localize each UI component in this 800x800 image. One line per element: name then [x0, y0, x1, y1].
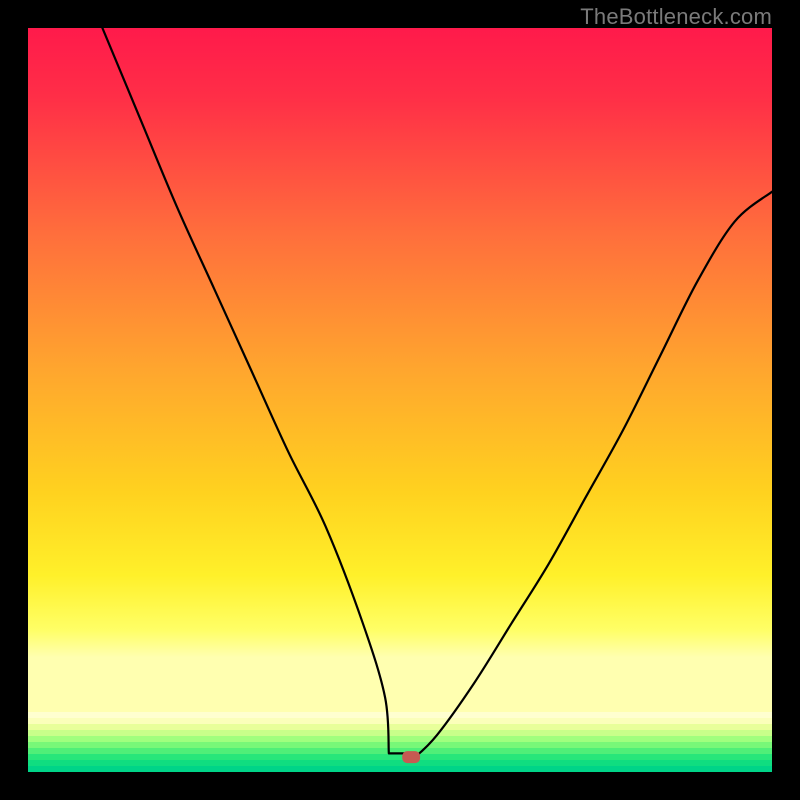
- plot-area: [28, 28, 772, 772]
- chart-svg: [28, 28, 772, 772]
- bottom-gradient-bands: [28, 712, 772, 772]
- watermark-text: TheBottleneck.com: [580, 4, 772, 30]
- chart-frame: TheBottleneck.com: [0, 0, 800, 800]
- optimal-point-marker: [402, 751, 420, 763]
- gradient-background: [28, 28, 772, 712]
